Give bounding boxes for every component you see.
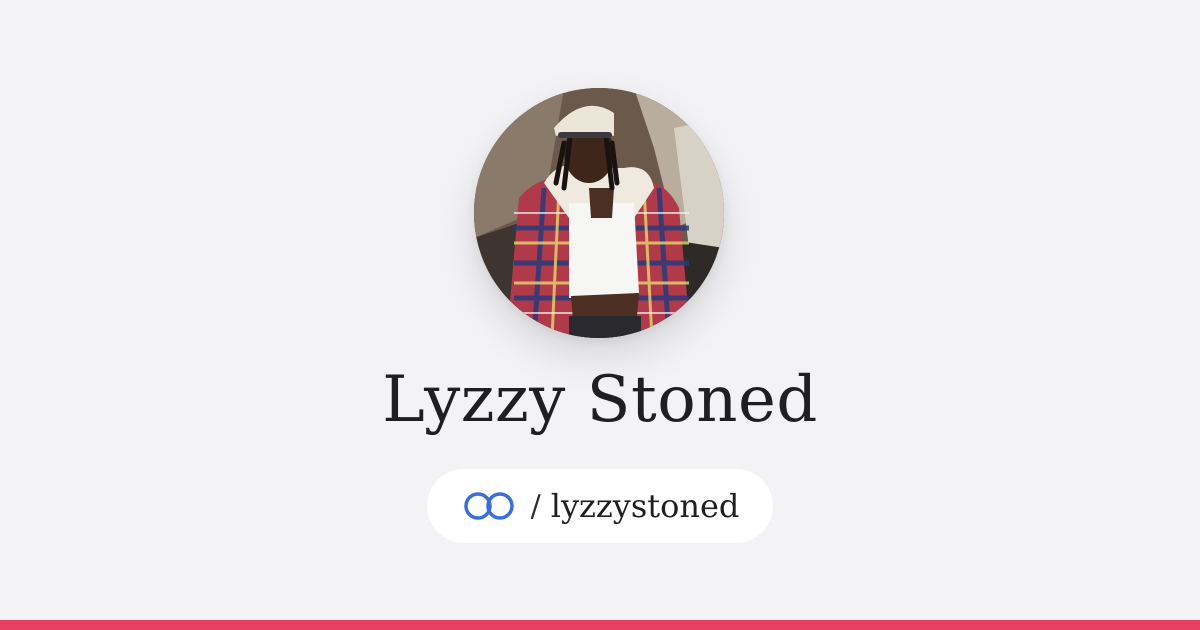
profile-handle-pill[interactable]: / lyzzystoned (427, 469, 773, 543)
profile-handle: lyzzystoned (550, 487, 740, 525)
handle-separator: / (530, 488, 541, 524)
profile-card: Lyzzy Stoned / lyzzystoned (0, 0, 1200, 630)
profile-name: Lyzzy Stoned (382, 363, 818, 437)
avatar-photo (474, 88, 724, 338)
accent-bar (0, 620, 1200, 630)
avatar (474, 88, 724, 338)
linked-rings-icon (463, 492, 514, 520)
